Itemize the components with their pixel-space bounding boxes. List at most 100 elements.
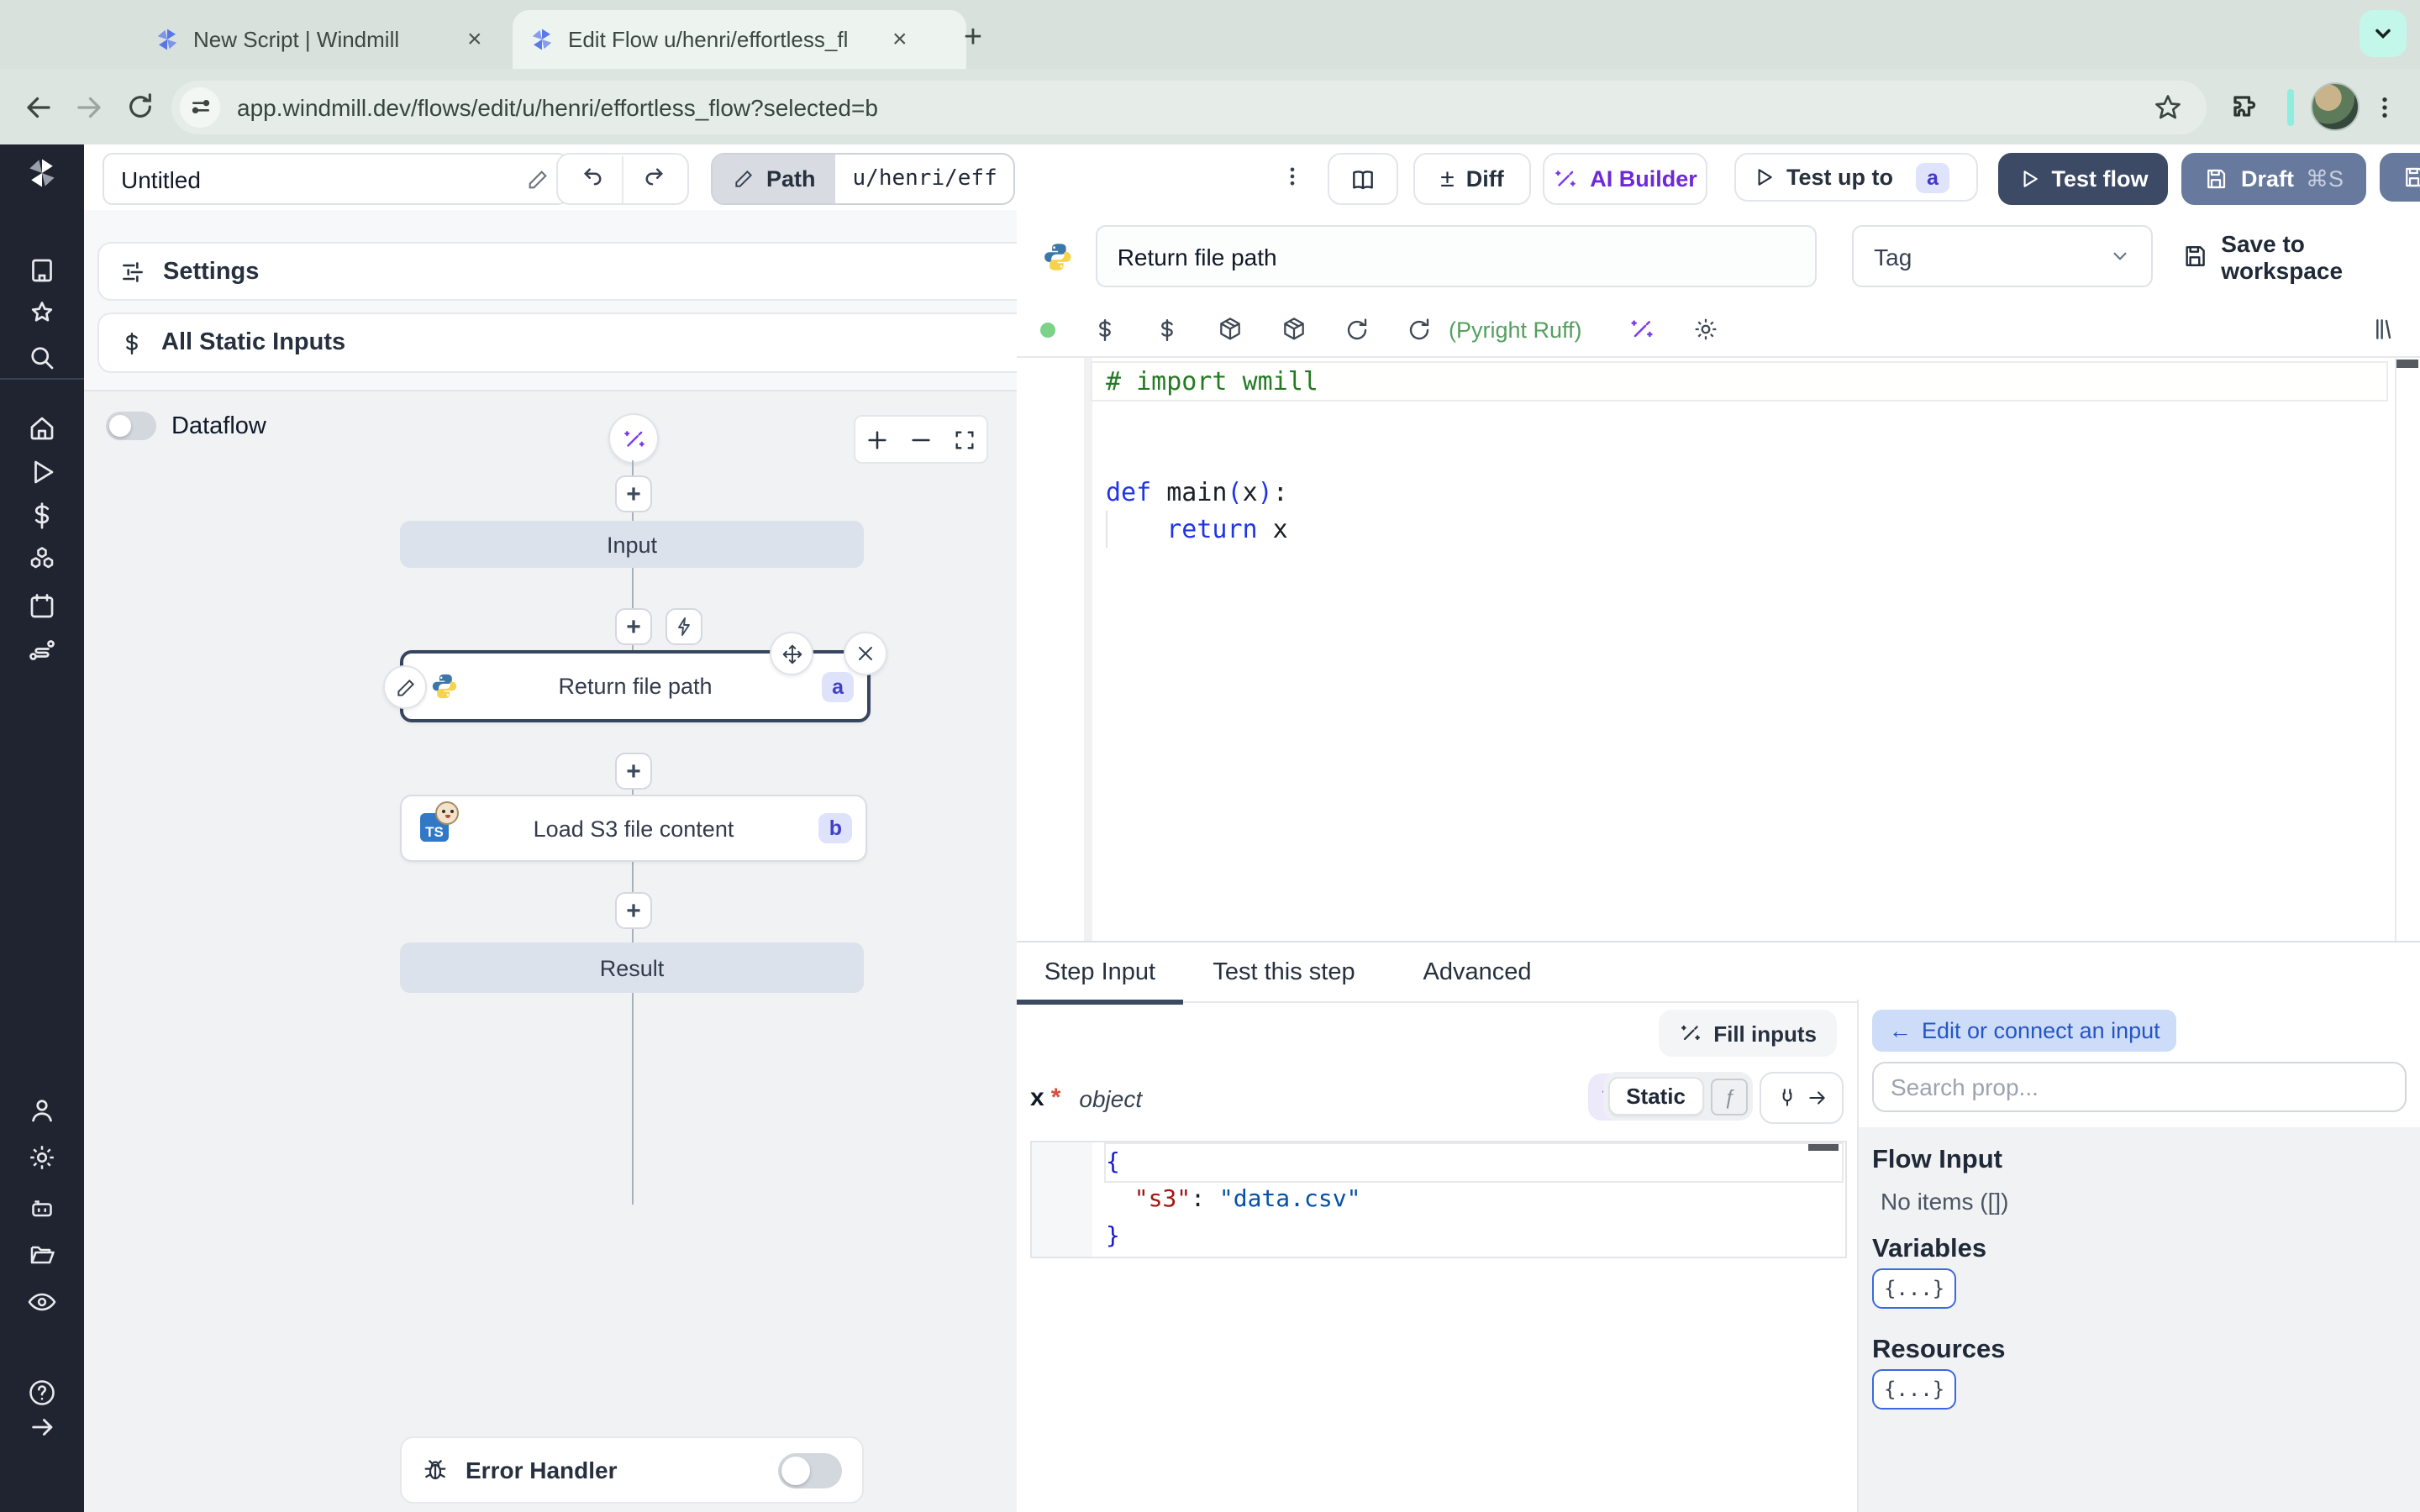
edit-step-button[interactable]	[383, 665, 427, 709]
reload-icon[interactable]	[1344, 317, 1370, 342]
zoom-out-button[interactable]	[899, 417, 943, 462]
save-to-workspace-label: Save to workspace	[2221, 229, 2344, 283]
all-static-inputs-button[interactable]: All Static Inputs	[97, 312, 1017, 373]
add-trigger-button[interactable]	[666, 608, 702, 645]
redo-button[interactable]	[623, 166, 687, 192]
sidebar-item-account[interactable]	[0, 1085, 84, 1136]
insert-step-button[interactable]: +	[615, 608, 652, 645]
address-bar[interactable]: app.windmill.dev/flows/edit/u/henri/effo…	[171, 80, 2207, 134]
tab-step-input[interactable]: Step Input	[1017, 942, 1183, 1005]
reload-button[interactable]	[114, 81, 165, 132]
play-icon	[34, 460, 54, 484]
assets-dollar-icon[interactable]	[1092, 317, 1118, 342]
browser-menu-button[interactable]	[2360, 81, 2410, 132]
browser-tab-new-script[interactable]: New Script | Windmill ×	[138, 10, 538, 69]
json-scrollbar-thumb[interactable]	[1808, 1144, 1839, 1151]
fit-view-button[interactable]	[943, 417, 986, 462]
ai-builder-button[interactable]: AI Builder	[1543, 153, 1707, 205]
lint-status-label[interactable]: (Pyright Ruff)	[1449, 317, 1582, 342]
test-up-to-button[interactable]: Test up to a	[1734, 153, 1978, 202]
zoom-in-button[interactable]	[855, 417, 899, 462]
reload-icon[interactable]	[1407, 317, 1432, 342]
package-icon[interactable]	[1217, 316, 1244, 343]
insert-step-button[interactable]: +	[615, 892, 652, 929]
flow-result-node[interactable]: Result	[400, 942, 864, 993]
insert-step-button[interactable]: +	[615, 475, 652, 512]
sidebar-item-resources[interactable]	[0, 534, 84, 585]
windmill-flow-editor-screen: New Script | Windmill × Edit Flow u/henr…	[0, 0, 2420, 1512]
dataflow-toggle[interactable]	[106, 412, 156, 440]
flow-settings-button[interactable]: Settings	[97, 242, 1017, 301]
insert-step-button[interactable]: +	[615, 753, 652, 790]
profile-avatar[interactable]	[2311, 82, 2360, 131]
library-icon[interactable]	[2370, 316, 2396, 343]
sidebar-collapse-button[interactable]	[0, 1401, 84, 1452]
close-tab-icon[interactable]: ×	[467, 27, 482, 52]
browser-tab-edit-flow[interactable]: Edit Flow u/henri/effortless_fl ×	[513, 10, 966, 69]
variables-dollar-icon[interactable]	[1155, 317, 1180, 342]
sidebar-item-favorites[interactable]	[0, 289, 84, 339]
save-to-workspace-button[interactable]: Save to workspace	[2181, 229, 2420, 283]
flow-step-node-b[interactable]: TS Load S3 file content b	[400, 795, 867, 862]
resources-object-chip[interactable]: {...}	[1872, 1369, 1957, 1410]
move-step-handle[interactable]	[770, 632, 813, 675]
error-handler-toggle[interactable]	[778, 1452, 842, 1488]
flow-graph-canvas[interactable]: Dataflow + Input + Return file path a + …	[84, 390, 1017, 1512]
static-mode-button[interactable]: Static	[1607, 1077, 1704, 1116]
save-icon	[2208, 169, 2227, 189]
undo-button[interactable]	[558, 166, 622, 192]
test-flow-button[interactable]: Test flow	[1998, 153, 2168, 205]
flow-input-node[interactable]: Input	[400, 521, 864, 568]
step-name-field[interactable]	[1095, 225, 1818, 287]
sidebar-item-apps[interactable]	[0, 245, 84, 296]
sidebar-item-search[interactable]	[0, 333, 84, 383]
search-prop-input[interactable]	[1872, 1062, 2407, 1112]
variables-object-chip[interactable]: {...}	[1872, 1268, 1957, 1309]
sidebar-item-home[interactable]	[0, 403, 84, 454]
python-icon	[1044, 243, 1071, 270]
delete-step-button[interactable]	[844, 632, 887, 675]
sidebar-item-variables[interactable]	[0, 491, 84, 541]
bookmark-star-icon[interactable]	[2153, 92, 2183, 122]
fill-inputs-button[interactable]: Fill inputs	[1658, 1010, 1837, 1057]
lsp-status-dot	[1040, 322, 1055, 337]
error-handler-card[interactable]: Error Handler	[400, 1436, 864, 1504]
magic-wand-icon[interactable]	[1629, 316, 1656, 343]
javascript-mode-button[interactable]: ƒ	[1711, 1078, 1748, 1115]
new-tab-button[interactable]: +	[950, 15, 997, 62]
path-value[interactable]: u/henri/eff	[835, 155, 1014, 203]
back-button[interactable]	[13, 81, 64, 132]
connect-input-button[interactable]	[1760, 1072, 1844, 1124]
forward-button[interactable]	[64, 81, 114, 132]
tab-advanced[interactable]: Advanced	[1385, 942, 1570, 1001]
sidebar-item-audit[interactable]	[0, 1277, 84, 1327]
sidebar-item-folders[interactable]	[0, 1230, 84, 1280]
diff-button[interactable]: ± Diff	[1413, 153, 1531, 205]
draft-button[interactable]: Draft ⌘S	[2181, 153, 2366, 205]
editor-scrollbar-thumb[interactable]	[2396, 360, 2418, 368]
sidebar-item-runs[interactable]	[0, 447, 84, 497]
sidebar-item-flows[interactable]	[0, 625, 84, 675]
editor-settings-gear-icon[interactable]	[1693, 316, 1720, 343]
flow-name-field[interactable]: Untitled	[103, 153, 568, 205]
windmill-logo[interactable]	[0, 148, 84, 198]
extensions-button[interactable]	[2220, 81, 2270, 132]
sidebar-item-workers[interactable]	[0, 1183, 84, 1233]
tag-select[interactable]: Tag	[1852, 225, 2153, 287]
code-editor[interactable]: # import wmill def main(x): return x	[1017, 358, 2420, 941]
json-input-editor[interactable]: { "s3": "data.csv" }	[1030, 1141, 1847, 1258]
close-tab-icon[interactable]: ×	[892, 27, 908, 52]
sidebar-item-settings[interactable]	[0, 1132, 84, 1183]
docs-button[interactable]	[1328, 153, 1398, 205]
deploy-button[interactable]: Deploy	[2380, 153, 2420, 202]
path-button[interactable]: Path	[713, 155, 836, 203]
more-options-button[interactable]	[1281, 161, 1304, 192]
tab-search-button[interactable]	[2360, 10, 2407, 57]
package-icon[interactable]	[1281, 316, 1307, 343]
sidebar-item-schedules[interactable]	[0, 581, 84, 632]
ai-flow-button[interactable]	[608, 413, 659, 464]
flow-step-node-a[interactable]: Return file path a	[383, 632, 887, 722]
tab-test-this-step[interactable]: Test this step	[1183, 942, 1385, 1001]
edit-or-connect-button[interactable]: ← Edit or connect an input	[1872, 1010, 2177, 1052]
site-settings-button[interactable]	[180, 87, 220, 127]
